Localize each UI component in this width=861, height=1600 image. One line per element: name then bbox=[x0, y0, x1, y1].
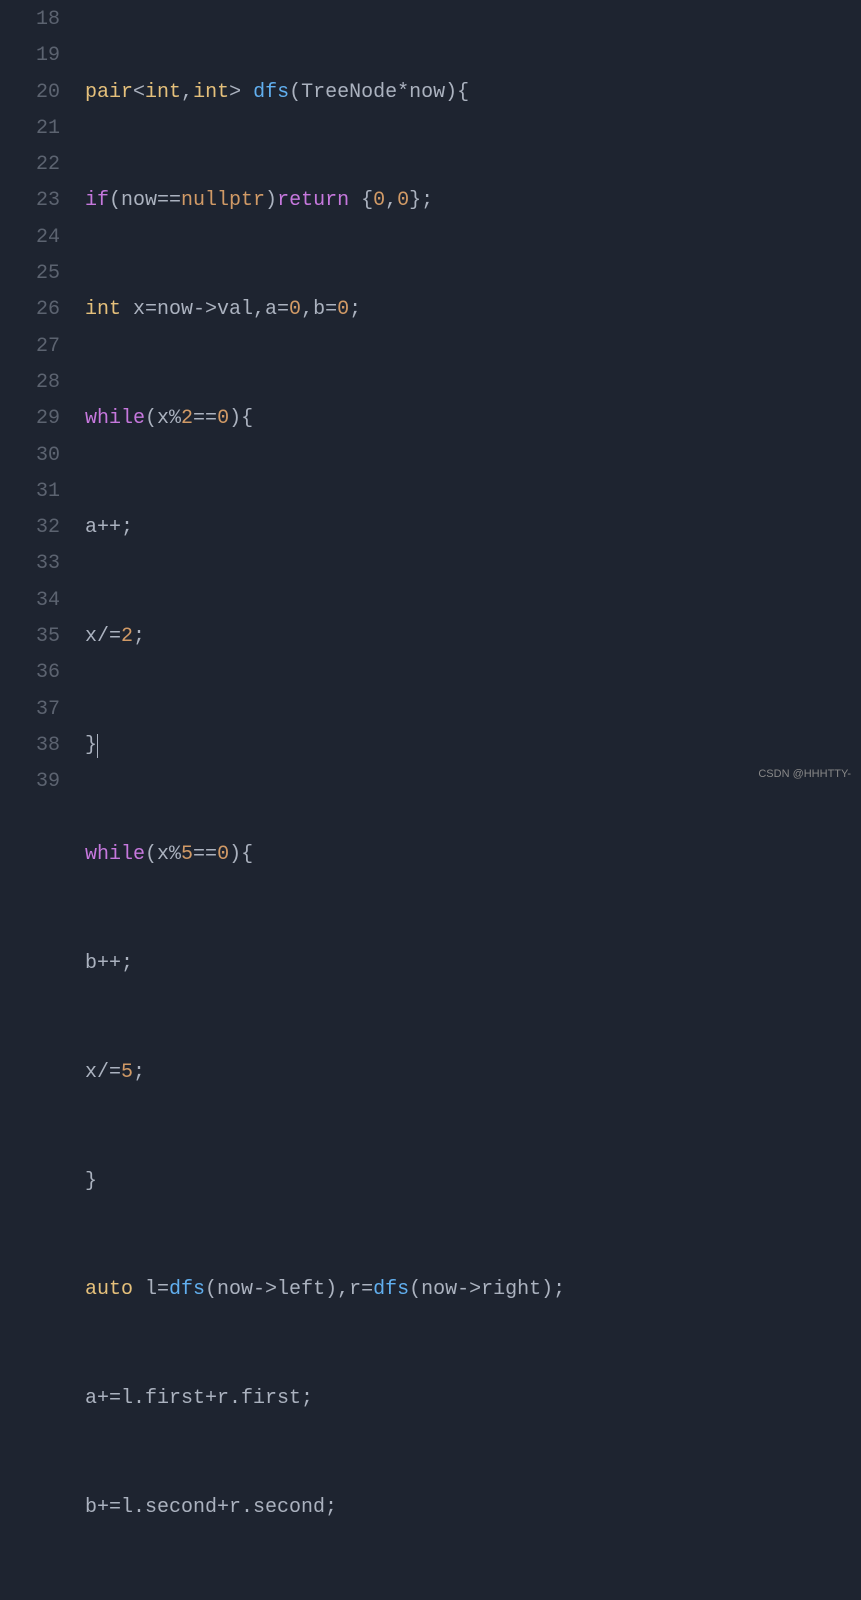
code-line[interactable]: x/=5; bbox=[85, 1055, 861, 1091]
code-line[interactable]: now->val=min(a,b); bbox=[85, 1599, 861, 1600]
line-number: 23 bbox=[0, 183, 60, 219]
code-line[interactable]: b+=l.second+r.second; bbox=[85, 1490, 861, 1526]
line-number: 29 bbox=[0, 401, 60, 437]
watermark-text: CSDN @HHHTTY- bbox=[758, 756, 851, 792]
line-number: 18 bbox=[0, 2, 60, 38]
line-number: 36 bbox=[0, 655, 60, 691]
line-number: 25 bbox=[0, 256, 60, 292]
line-number-gutter: 18 19 20 21 22 23 24 25 26 27 28 29 30 3… bbox=[0, 2, 85, 1600]
code-line[interactable]: } bbox=[85, 728, 861, 764]
code-line[interactable]: auto l=dfs(now->left),r=dfs(now->right); bbox=[85, 1272, 861, 1308]
code-line[interactable]: if(now==nullptr)return {0,0}; bbox=[85, 183, 861, 219]
code-line[interactable]: x/=2; bbox=[85, 619, 861, 655]
code-line[interactable]: a++; bbox=[85, 510, 861, 546]
line-number: 21 bbox=[0, 111, 60, 147]
code-line[interactable]: a+=l.first+r.first; bbox=[85, 1381, 861, 1417]
code-line[interactable]: while(x%5==0){ bbox=[85, 837, 861, 873]
line-number: 19 bbox=[0, 38, 60, 74]
line-number: 26 bbox=[0, 292, 60, 328]
line-number: 39 bbox=[0, 764, 60, 800]
line-number: 24 bbox=[0, 220, 60, 256]
text-cursor bbox=[97, 734, 98, 758]
code-area[interactable]: pair<int,int> dfs(TreeNode*now){ if(now=… bbox=[85, 2, 861, 1600]
line-number: 35 bbox=[0, 619, 60, 655]
line-number: 20 bbox=[0, 75, 60, 111]
line-number: 31 bbox=[0, 474, 60, 510]
line-number: 28 bbox=[0, 365, 60, 401]
code-line[interactable]: } bbox=[85, 1164, 861, 1200]
line-number: 34 bbox=[0, 583, 60, 619]
line-number: 38 bbox=[0, 728, 60, 764]
code-editor[interactable]: 18 19 20 21 22 23 24 25 26 27 28 29 30 3… bbox=[0, 0, 861, 1600]
line-number: 22 bbox=[0, 147, 60, 183]
code-line[interactable]: b++; bbox=[85, 946, 861, 982]
code-line[interactable]: while(x%2==0){ bbox=[85, 401, 861, 437]
line-number: 30 bbox=[0, 438, 60, 474]
line-number: 33 bbox=[0, 546, 60, 582]
code-line[interactable]: pair<int,int> dfs(TreeNode*now){ bbox=[85, 75, 861, 111]
code-line[interactable]: int x=now->val,a=0,b=0; bbox=[85, 292, 861, 328]
line-number: 37 bbox=[0, 692, 60, 728]
line-number: 32 bbox=[0, 510, 60, 546]
line-number: 27 bbox=[0, 329, 60, 365]
